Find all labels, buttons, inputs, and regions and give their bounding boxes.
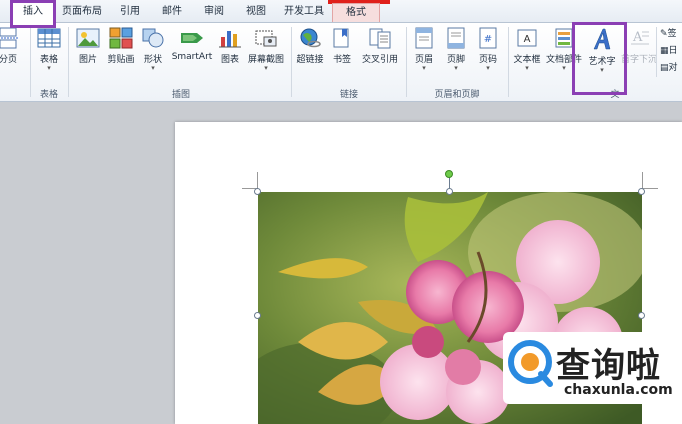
tab-page-layout[interactable]: 页面布局 [58,3,106,21]
drop-cap-icon: A [631,30,649,45]
watermark-title: 查询啦 [556,346,661,386]
hyperlink-button[interactable]: 超链接 [294,27,326,65]
resize-handle-right[interactable] [638,312,645,319]
signature-line-button[interactable]: ✎签 [660,27,677,41]
dropdown-arrow-icon: ▾ [264,64,268,72]
header-icon [415,27,433,49]
bookmark-button[interactable]: 书签 [330,27,354,65]
cross-reference-icon [369,28,391,49]
object-label: 对 [668,63,678,73]
page-number-button[interactable]: # 页码 ▾ [474,27,502,72]
calendar-icon: ▦ [660,46,669,56]
shapes-button[interactable]: 形状 ▾ [140,27,166,72]
tab-mailings-label: 邮件 [162,6,182,17]
picture-button[interactable]: 图片 [74,27,102,65]
chart-label: 图表 [220,55,239,65]
dropdown-arrow-icon: ▾ [454,64,458,72]
table-button[interactable]: 表格 ▾ [34,27,64,72]
rotate-handle[interactable] [445,170,453,178]
page-number-icon: # [479,27,497,49]
tab-page-layout-label: 页面布局 [62,6,102,17]
separator [68,27,69,97]
date-time-button[interactable]: ▦日 [660,44,678,58]
watermark-logo-icon [508,340,553,387]
highlight-wordart-button [572,22,627,95]
separator [30,27,31,97]
smartart-button[interactable]: SmartArt [168,27,216,62]
crop-mark [257,172,258,188]
watermark-url: chaxunla.com [564,382,673,398]
table-icon [37,28,61,48]
page-break-icon [0,27,18,49]
ribbon-tab-bar: 插入 页面布局 引用 邮件 审阅 视图 开发工具 格式 [0,0,682,23]
clipart-icon [109,27,133,49]
group-header-footer-label: 页眉和页脚 [434,90,480,100]
page-break-button[interactable]: 分页 [0,27,22,65]
tab-format-label: 格式 [346,7,366,18]
resize-handle-top-right[interactable] [638,188,645,195]
resize-handle-top-left[interactable] [254,188,261,195]
clipart-button[interactable]: 剪贴画 [104,27,138,65]
shapes-icon [142,28,164,48]
chart-icon [219,31,241,48]
svg-text:A: A [632,30,643,45]
separator [656,27,657,77]
tab-format[interactable]: 格式 [332,3,380,22]
page-break-label: 分页 [0,55,17,65]
svg-text:#: # [484,34,492,45]
dropdown-arrow-icon: ▾ [525,64,529,72]
dropdown-arrow-icon: ▾ [486,64,490,72]
group-links-label: 链接 [339,90,358,100]
smartart-icon [181,33,203,43]
screenshot-button[interactable]: 屏幕截图 ▾ [244,27,288,72]
separator [406,27,407,97]
textbox-icon: A [517,29,537,47]
resize-handle-top[interactable] [446,188,453,195]
dropdown-arrow-icon: ▾ [47,64,51,72]
footer-icon [447,27,465,49]
bookmark-label: 书签 [332,55,351,65]
bookmark-icon [333,28,349,48]
tab-view[interactable]: 视图 [238,3,274,21]
object-button[interactable]: ▤对 [660,61,678,75]
tab-references-label: 引用 [120,6,140,17]
tab-review[interactable]: 审阅 [196,3,232,21]
group-illustrations-label: 插图 [171,90,190,100]
tab-mailings[interactable]: 邮件 [154,3,190,21]
object-icon: ▤ [660,63,669,73]
tab-review-label: 审阅 [204,6,224,17]
dropdown-arrow-icon: ▾ [422,64,426,72]
hyperlink-label: 超链接 [296,55,324,65]
svg-text:A: A [524,34,531,45]
tab-developer-label: 开发工具 [284,6,324,17]
crop-mark [642,172,643,188]
resize-handle-left[interactable] [254,312,261,319]
separator [508,27,509,97]
picture-label: 图片 [78,55,97,65]
picture-icon [76,28,100,48]
textbox-button[interactable]: A 文本框 ▾ [512,27,542,72]
tab-view-label: 视图 [246,6,266,17]
header-button[interactable]: 页眉 ▾ [410,27,438,72]
clipart-label: 剪贴画 [107,55,135,65]
signature-label: 签 [667,29,677,39]
smartart-label: SmartArt [171,52,213,62]
cross-reference-button[interactable]: 交叉引用 [358,27,402,65]
date-time-label: 日 [668,46,678,56]
tab-developer[interactable]: 开发工具 [280,3,328,21]
globe-link-icon [300,28,321,48]
chart-button[interactable]: 图表 [218,27,242,65]
dropdown-arrow-icon: ▾ [151,64,155,72]
signature-icon: ✎ [660,29,668,39]
group-tables-label: 表格 [39,90,58,100]
footer-button[interactable]: 页脚 ▾ [442,27,470,72]
highlight-insert-tab [10,0,56,28]
screenshot-icon [255,30,277,47]
tab-references[interactable]: 引用 [112,3,148,21]
cross-reference-label: 交叉引用 [361,55,398,65]
